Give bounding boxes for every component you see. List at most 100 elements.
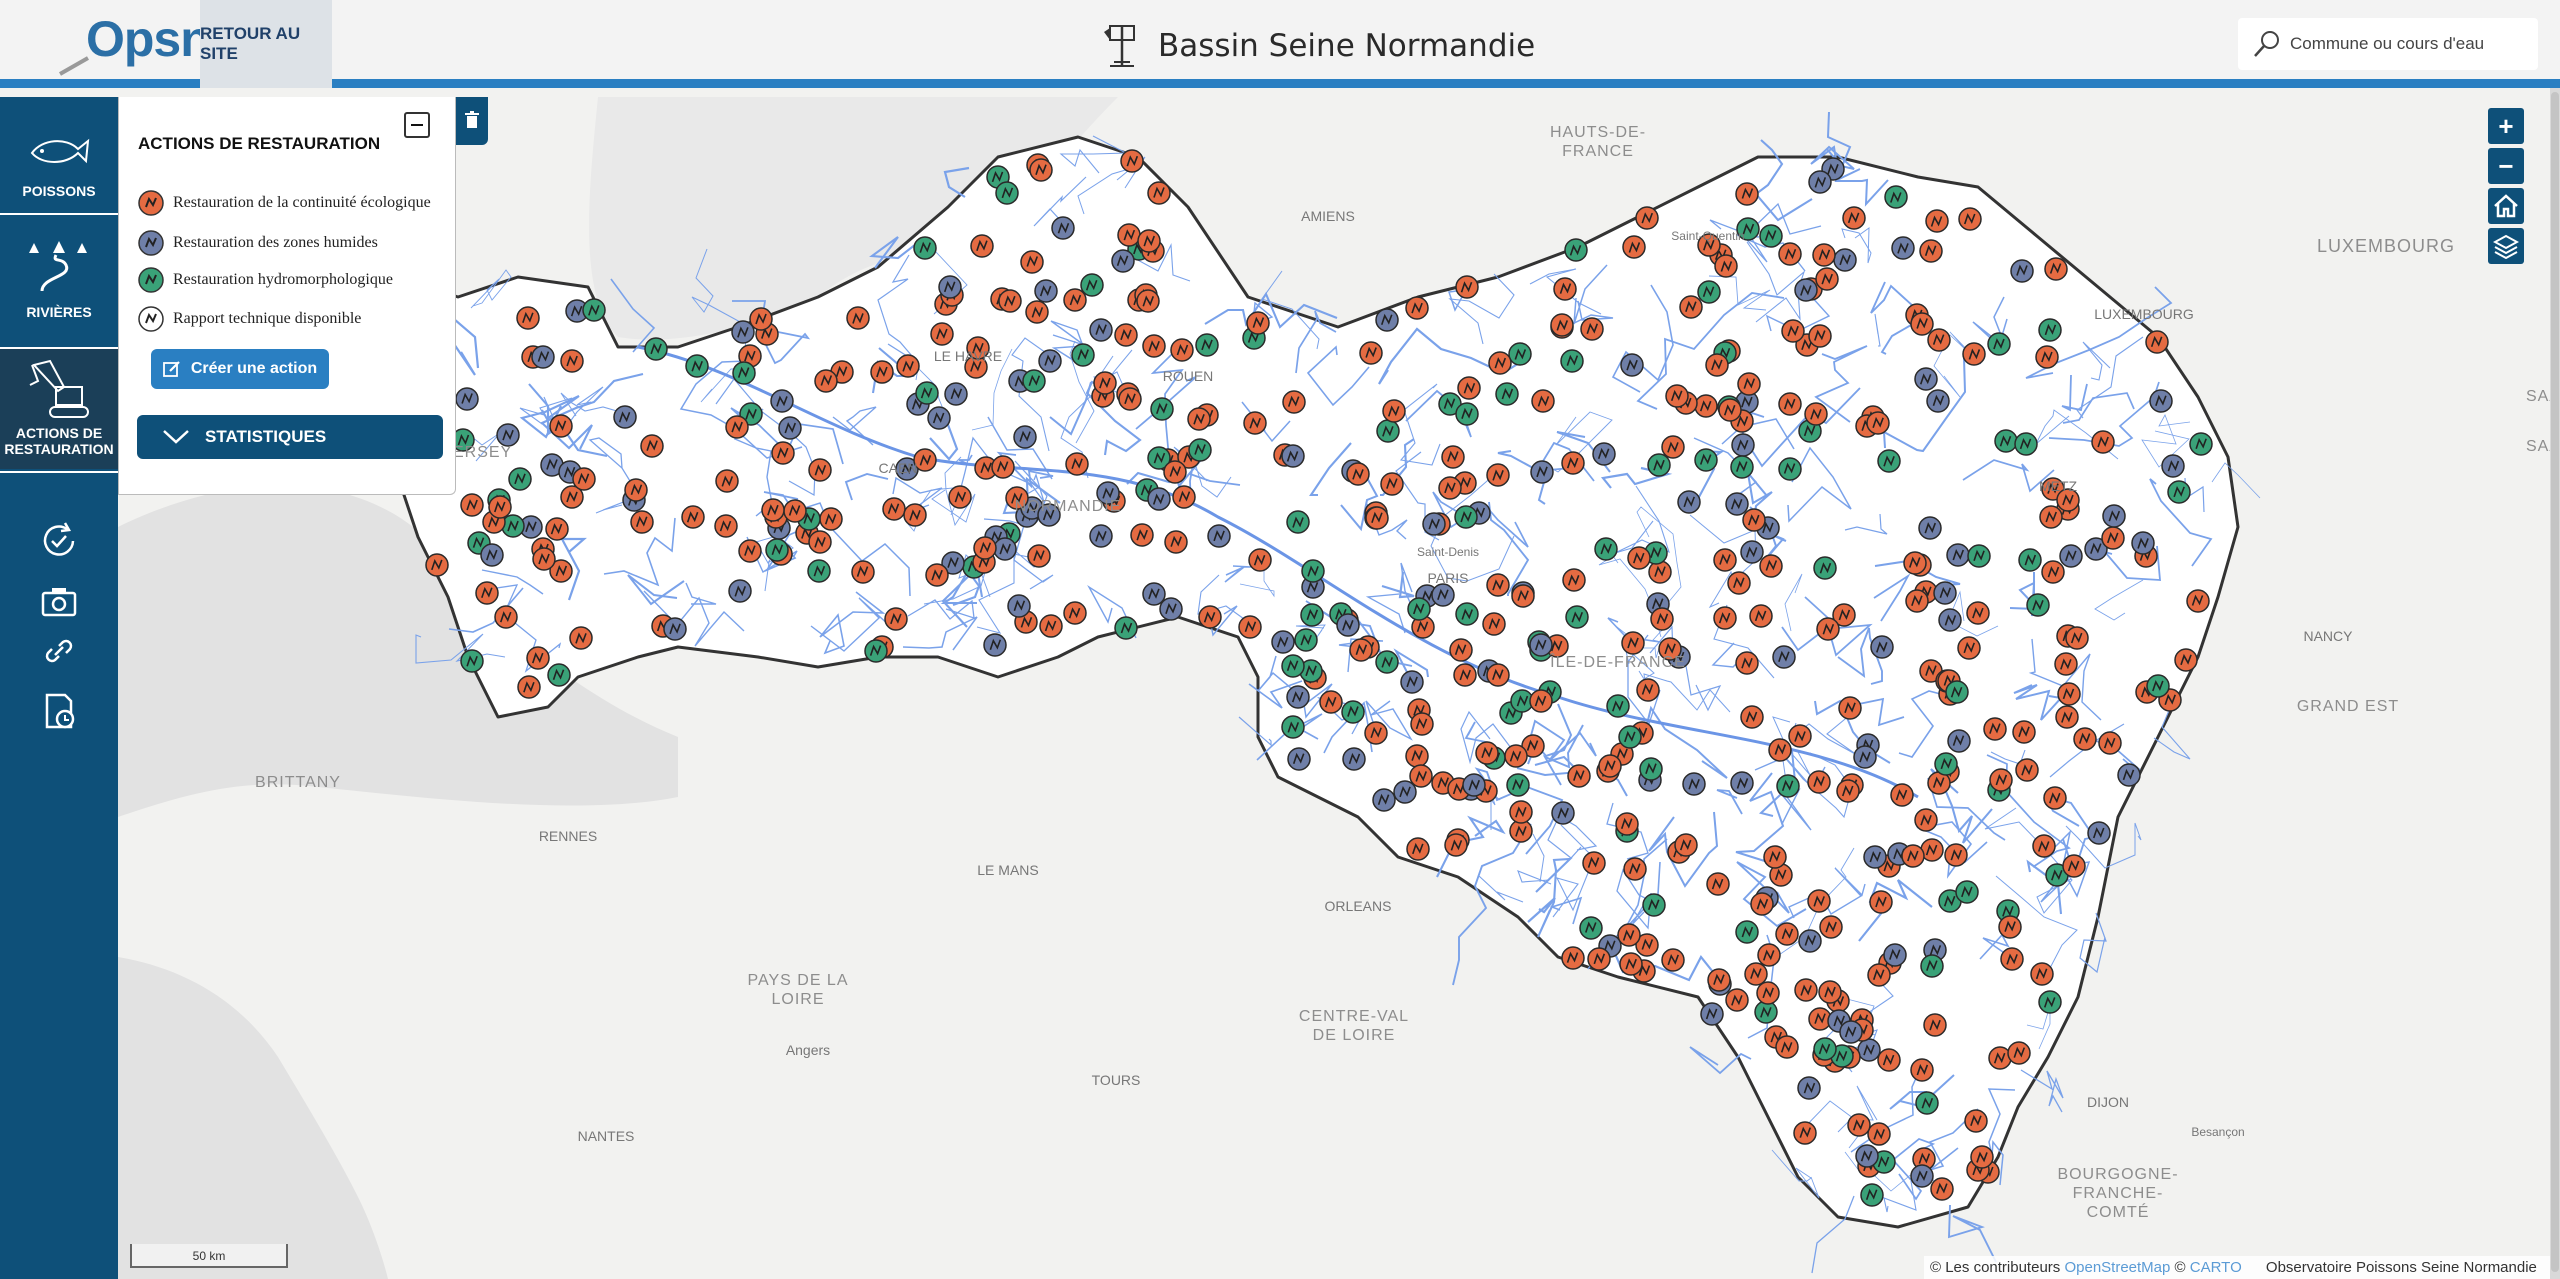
restoration-marker[interactable] xyxy=(1281,444,1305,468)
restoration-marker[interactable] xyxy=(1778,392,1802,416)
restoration-marker[interactable] xyxy=(2035,345,2059,369)
restoration-marker[interactable] xyxy=(1750,892,1774,916)
restoration-marker[interactable] xyxy=(970,234,994,258)
restoration-marker[interactable] xyxy=(1962,342,1986,366)
restoration-marker[interactable] xyxy=(1029,158,1053,182)
restoration-marker[interactable] xyxy=(1281,715,1305,739)
restoration-marker[interactable] xyxy=(1375,650,1399,674)
restoration-marker[interactable] xyxy=(1775,1035,1799,1059)
restoration-marker[interactable] xyxy=(1622,235,1646,259)
restoration-marker[interactable] xyxy=(2041,560,2065,584)
restoration-marker[interactable] xyxy=(1089,524,1113,548)
restoration-marker[interactable] xyxy=(2057,682,2081,706)
restoration-marker[interactable] xyxy=(1409,764,1433,788)
layers-button[interactable] xyxy=(2488,228,2524,264)
restoration-marker[interactable] xyxy=(1623,857,1647,881)
sidebar-item-actions-restauration[interactable]: ACTIONS DE RESTAURATION xyxy=(0,349,118,469)
restoration-marker[interactable] xyxy=(2161,454,2185,478)
restoration-marker[interactable] xyxy=(1051,216,1075,240)
restoration-marker[interactable] xyxy=(1150,397,1174,421)
restoration-marker[interactable] xyxy=(1914,367,1938,391)
restoration-marker[interactable] xyxy=(1813,1037,1837,1061)
restoration-marker[interactable] xyxy=(1798,929,1822,953)
restoration-marker[interactable] xyxy=(1713,548,1737,572)
search-box[interactable] xyxy=(2238,18,2538,70)
restoration-marker[interactable] xyxy=(1788,724,1812,748)
restoration-marker[interactable] xyxy=(1282,390,1306,414)
restoration-marker[interactable] xyxy=(1580,317,1604,341)
restoration-marker[interactable] xyxy=(884,607,908,631)
restoration-marker[interactable] xyxy=(2189,432,2213,456)
restoration-marker[interactable] xyxy=(808,458,832,482)
restoration-marker[interactable] xyxy=(1627,546,1651,570)
restoration-marker[interactable] xyxy=(1920,954,1944,978)
restoration-marker[interactable] xyxy=(2149,389,2173,413)
restoration-marker[interactable] xyxy=(2015,758,2039,782)
restoration-marker[interactable] xyxy=(1530,460,1554,484)
restoration-marker[interactable] xyxy=(1159,597,1183,621)
restoration-marker[interactable] xyxy=(1905,589,1929,613)
restoration-marker[interactable] xyxy=(1400,670,1424,694)
restoration-marker[interactable] xyxy=(814,369,838,393)
restoration-marker[interactable] xyxy=(1560,349,1584,373)
restoration-marker[interactable] xyxy=(569,626,593,650)
restoration-marker[interactable] xyxy=(1756,981,1780,1005)
restoration-marker[interactable] xyxy=(1930,1177,1954,1201)
restoration-marker[interactable] xyxy=(1639,757,1663,781)
restoration-marker[interactable] xyxy=(1372,788,1396,812)
restoration-marker[interactable] xyxy=(1735,651,1759,675)
restoration-marker[interactable] xyxy=(851,560,875,584)
restoration-marker[interactable] xyxy=(991,455,1015,479)
restoration-marker[interactable] xyxy=(1853,745,1877,769)
restoration-marker[interactable] xyxy=(1934,752,1958,776)
restoration-marker[interactable] xyxy=(1364,721,1388,745)
restoration-marker[interactable] xyxy=(1022,369,1046,393)
restoration-marker[interactable] xyxy=(613,405,637,429)
restoration-marker[interactable] xyxy=(2030,962,2054,986)
scrollbar[interactable] xyxy=(2550,88,2560,1279)
restoration-marker[interactable] xyxy=(1063,288,1087,312)
restoration-marker[interactable] xyxy=(425,553,449,577)
restoration-marker[interactable] xyxy=(1504,744,1528,768)
restoration-marker[interactable] xyxy=(1621,631,1645,655)
restoration-marker[interactable] xyxy=(1207,524,1231,548)
restoration-marker[interactable] xyxy=(993,537,1017,561)
restoration-marker[interactable] xyxy=(1890,783,1914,807)
restoration-marker[interactable] xyxy=(1730,771,1754,795)
restoration-marker[interactable] xyxy=(2145,330,2169,354)
refresh-check-icon[interactable] xyxy=(37,519,81,563)
restoration-marker[interactable] xyxy=(927,406,951,430)
restoration-marker[interactable] xyxy=(1455,402,1479,426)
restoration-marker[interactable] xyxy=(2054,652,2078,676)
restoration-marker[interactable] xyxy=(1300,603,1324,627)
restoration-marker[interactable] xyxy=(864,639,888,663)
restoration-marker[interactable] xyxy=(1757,943,1781,967)
restoration-marker[interactable] xyxy=(2039,505,2063,529)
restoration-marker[interactable] xyxy=(685,354,709,378)
restoration-marker[interactable] xyxy=(1797,1076,1821,1100)
restoration-marker[interactable] xyxy=(2012,720,2036,744)
restoration-marker[interactable] xyxy=(1742,508,1766,532)
restoration-marker[interactable] xyxy=(1114,323,1138,347)
restoration-marker[interactable] xyxy=(1740,540,1764,564)
restoration-marker[interactable] xyxy=(1867,963,1891,987)
restoration-marker[interactable] xyxy=(1441,445,1465,469)
restoration-marker[interactable] xyxy=(547,663,571,687)
restoration-marker[interactable] xyxy=(1511,584,1535,608)
map-canvas[interactable] xyxy=(118,97,2560,1279)
restoration-marker[interactable] xyxy=(1341,700,1365,724)
restoration-marker[interactable] xyxy=(765,538,789,562)
restoration-marker[interactable] xyxy=(1034,279,1058,303)
restoration-marker[interactable] xyxy=(715,469,739,493)
restoration-marker[interactable] xyxy=(1725,988,1749,1012)
legend-item-zones-humides[interactable]: Restauration des zones humides xyxy=(137,229,378,257)
restoration-marker[interactable] xyxy=(1730,455,1754,479)
restoration-marker[interactable] xyxy=(2146,674,2170,698)
restoration-marker[interactable] xyxy=(1475,741,1499,765)
restoration-marker[interactable] xyxy=(1966,601,1990,625)
restoration-marker[interactable] xyxy=(1989,768,2013,792)
restoration-marker[interactable] xyxy=(1114,616,1138,640)
restoration-marker[interactable] xyxy=(1768,738,1792,762)
restoration-marker[interactable] xyxy=(846,306,870,330)
restoration-marker[interactable] xyxy=(2043,786,2067,810)
